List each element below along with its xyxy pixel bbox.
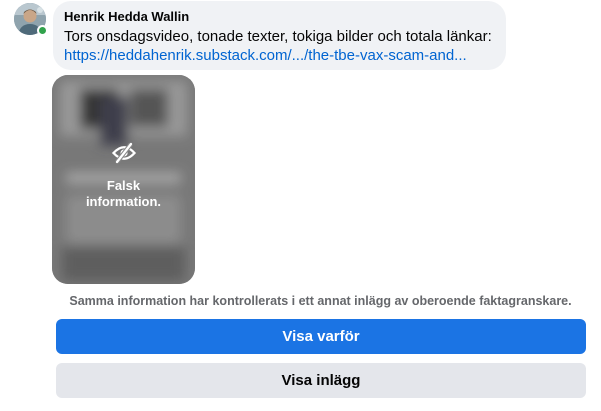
- flagged-media[interactable]: Falsk information.: [52, 75, 195, 284]
- online-status-dot: [37, 25, 48, 36]
- comment-text: Tors onsdagsvideo, tonade texter, tokiga…: [64, 28, 492, 45]
- author-avatar-wrapper[interactable]: [14, 3, 48, 36]
- author-name[interactable]: Henrik Hedda Wallin: [64, 9, 494, 25]
- see-why-button[interactable]: Visa varför: [56, 319, 586, 354]
- factcheck-notice: Samma information har kontrollerats i et…: [69, 294, 572, 308]
- comment-link[interactable]: https://heddahenrik.substack.com/.../the…: [64, 46, 494, 65]
- false-information-label: Falsk information.: [52, 178, 195, 210]
- eye-slash-icon: [111, 142, 136, 164]
- see-post-button[interactable]: Visa inlägg: [56, 363, 586, 398]
- false-info-overlay: Falsk information.: [52, 75, 195, 284]
- false-information-text: Falsk information.: [85, 178, 162, 209]
- comment-bubble: Henrik Hedda Wallin Tors onsdagsvideo, t…: [53, 1, 506, 70]
